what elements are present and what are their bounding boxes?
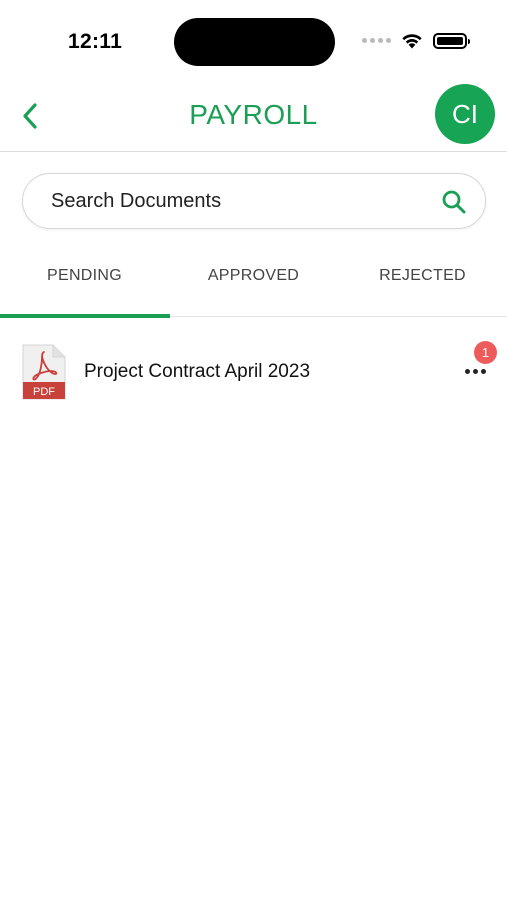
pdf-file-icon: PDF	[22, 344, 66, 400]
screen: 12:11 PAYROLL CI Search Documents PENDIN…	[0, 0, 507, 900]
battery-icon	[433, 32, 470, 49]
wifi-icon	[402, 34, 422, 49]
search-input[interactable]	[51, 174, 431, 228]
svg-text:PDF: PDF	[33, 386, 55, 398]
status-time: 12:11	[68, 30, 123, 53]
page-title: PAYROLL	[189, 99, 318, 130]
cellular-signal-icon	[362, 38, 391, 43]
search-icon[interactable]	[441, 189, 467, 215]
status-bar: 12:11	[0, 0, 507, 80]
tab-pending[interactable]: PENDING	[0, 250, 169, 316]
tab-rejected[interactable]: REJECTED	[338, 250, 507, 316]
dynamic-island	[174, 18, 335, 66]
app-header: PAYROLL CI	[0, 80, 507, 152]
ellipsis-icon	[464, 368, 470, 374]
status-icons	[362, 32, 470, 49]
document-name: Project Contract April 2023	[84, 361, 311, 382]
list-item[interactable]: PDF Project Contract April 2023 1	[0, 330, 507, 410]
search-bar	[22, 173, 486, 229]
tab-approved[interactable]: APPROVED	[169, 250, 338, 316]
avatar[interactable]: CI	[435, 84, 495, 144]
active-tab-indicator	[0, 314, 170, 318]
status-tabs: PENDING APPROVED REJECTED	[0, 250, 507, 318]
notification-badge: 1	[474, 341, 497, 364]
